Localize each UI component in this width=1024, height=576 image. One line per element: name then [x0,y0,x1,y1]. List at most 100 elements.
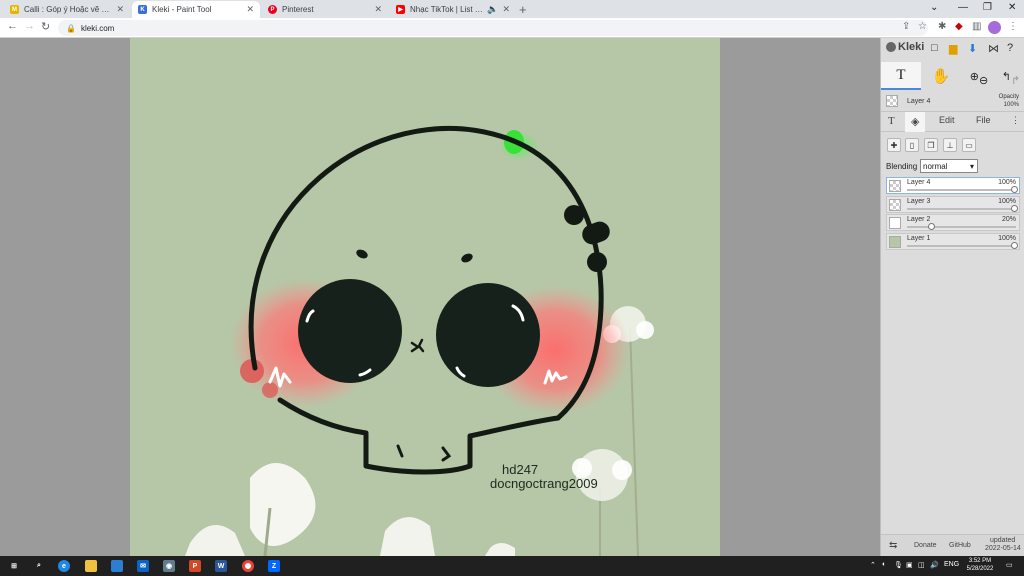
undo-redo-buttons[interactable]: ↰ ↱ [991,62,1024,90]
more-kebab-icon[interactable]: ⋮ [1011,115,1020,126]
tab-layers[interactable]: ◈ [905,112,926,132]
profile-avatar[interactable] [988,21,1001,34]
search-icon[interactable]: ⌕ [33,560,45,572]
zalo-icon[interactable]: Z [268,560,280,572]
zoom-in-icon[interactable]: ⊕ [970,70,979,83]
delete-layer-button[interactable]: ▯ [905,138,919,152]
slider-knob[interactable] [927,223,935,230]
swap-sides-icon[interactable]: ⇆ [889,540,897,551]
tab-kleki[interactable]: K Kleki - Paint Tool ✕ [132,1,260,18]
layer-thumbnail [889,199,901,211]
lock-icon: 🔒 [66,23,76,33]
edge-icon[interactable]: e [58,560,70,572]
chevron-down-icon[interactable]: ⌄ [930,2,938,13]
merge-down-button[interactable]: ⊥ [943,138,957,152]
layer-opacity-slider[interactable] [907,186,1018,193]
kleki-workspace[interactable]: hd247 docngoctrang2009 [0,38,880,556]
add-layer-button[interactable]: ✚ [887,138,901,152]
new-tab-button[interactable]: + [519,2,527,17]
camera-icon[interactable]: ◉ [163,560,175,572]
reload-icon[interactable]: ↻ [41,20,50,33]
slider-knob[interactable] [1011,205,1018,212]
slider-knob[interactable] [1011,186,1018,193]
bookmark-star-icon[interactable]: ☆ [918,21,927,32]
updated-date[interactable]: 2022-05-14 [985,545,1021,552]
slider-knob[interactable] [1011,242,1018,249]
tab-title: Nhạc TikTok | List nhạc chil [410,5,485,14]
store-icon[interactable] [111,560,123,572]
tray-chevron-up-icon[interactable]: ⌃ [870,561,876,569]
layer-opacity-slider[interactable] [907,242,1018,249]
layer-row[interactable]: Layer 2 20% [886,214,1020,231]
share-icon[interactable]: ⋈ [988,42,999,55]
tray-app-icon[interactable]: ◐ [882,561,886,568]
close-tab-icon[interactable]: ✕ [502,4,510,15]
donate-link[interactable]: Donate [914,542,937,549]
notifications-icon[interactable]: ▭ [1006,561,1013,569]
audio-playing-icon[interactable]: 🔈 [487,4,498,15]
close-tab-icon[interactable]: ✕ [116,4,124,15]
layer-opacity-slider[interactable] [907,223,1016,230]
panel-footer: ⇆ Donate GitHub updated 2022-05-14 [881,534,1024,556]
extension-icon[interactable]: ◆ [955,21,963,32]
zoom-out-icon[interactable]: ⊖ [979,74,988,87]
rename-layer-button[interactable]: ▭ [962,138,976,152]
tray-app-icon[interactable]: ▣ [906,561,913,569]
word-icon[interactable]: W [215,560,227,572]
layer-opacity: 100% [998,179,1016,186]
layer-row[interactable]: Layer 1 100% [886,233,1020,250]
restore-icon[interactable]: ❐ [983,2,992,13]
layers-icon: ◈ [911,116,920,128]
blending-select[interactable]: normal ▾ [920,159,978,173]
right-eye [436,283,540,387]
hand-icon: ✋ [931,68,951,85]
forward-arrow-icon[interactable]: → [24,20,35,32]
close-window-icon[interactable]: ✕ [1008,2,1016,13]
blending-label: Blending [886,162,918,171]
close-tab-icon[interactable]: ✕ [374,4,382,15]
clock[interactable]: 3:52 PM 5/28/2022 [960,557,1000,573]
menu-kebab-icon[interactable]: ⋮ [1008,21,1018,32]
mail-icon[interactable]: ✉ [137,560,149,572]
help-icon[interactable]: ? [1007,42,1013,54]
close-tab-icon[interactable]: ✕ [246,4,254,15]
blending-value: normal [923,161,948,171]
file-explorer-icon[interactable] [85,560,97,572]
layer-opacity-slider[interactable] [907,205,1018,212]
undo-icon[interactable]: ↰ [1002,70,1011,83]
layer-opacity: 100% [998,198,1016,205]
windows-start-icon[interactable]: ⊞ [8,560,20,572]
layer-row[interactable]: Layer 4 100% [886,177,1020,194]
new-image-icon[interactable]: □ [931,42,938,54]
hand-tool-button[interactable]: ✋ [921,62,961,90]
share-icon[interactable]: ⇪ [902,21,910,32]
extensions-puzzle-icon[interactable]: ✱ [938,21,946,32]
kleki-favicon-icon: K [138,5,147,14]
tray-mic-icon[interactable]: 🎙 [894,561,903,569]
tab-file[interactable]: File [976,115,991,125]
text-tool-button[interactable]: T [881,62,921,90]
browser-tab-strip: M Calli : Góp ý Hoặc vẽ mầm/anim ✕ K Kle… [0,0,1024,18]
duplicate-layer-button[interactable]: ❐ [924,138,938,152]
layer-row[interactable]: Layer 3 100% [886,196,1020,213]
minimize-icon[interactable]: — [958,2,968,13]
side-panel-icon[interactable]: ▥ [972,21,981,32]
tab-tool-settings[interactable]: T [888,115,895,127]
language-indicator[interactable]: ENG [944,561,959,568]
tray-volume-icon[interactable]: 🔊 [930,561,939,569]
github-link[interactable]: GitHub [949,542,971,549]
tray-network-icon[interactable]: ◫ [918,561,925,569]
chrome-icon[interactable] [242,560,254,572]
open-folder-icon[interactable]: ▆ [949,42,957,55]
kleki-side-panel: Kleki □ ▆ ⬇ ⋈ ? T ✋ ⊕ ⊖ ↰ ↱ Layer 4 Opacit… [880,38,1024,556]
back-arrow-icon[interactable]: ← [7,20,18,32]
tab-calli[interactable]: M Calli : Góp ý Hoặc vẽ mầm/anim ✕ [4,1,130,18]
powerpoint-icon[interactable]: P [189,560,201,572]
tab-pinterest[interactable]: P Pinterest ✕ [262,1,388,18]
redo-icon[interactable]: ↱ [1011,74,1020,87]
tab-edit[interactable]: Edit [939,115,955,125]
save-download-icon[interactable]: ⬇ [968,42,977,55]
address-bar[interactable]: 🔒 kleki.com [58,20,928,36]
tab-tiktok-music[interactable]: ▶ Nhạc TikTok | List nhạc chil 🔈 ✕ [390,1,516,18]
drawing-canvas[interactable]: hd247 docngoctrang2009 [130,38,720,556]
